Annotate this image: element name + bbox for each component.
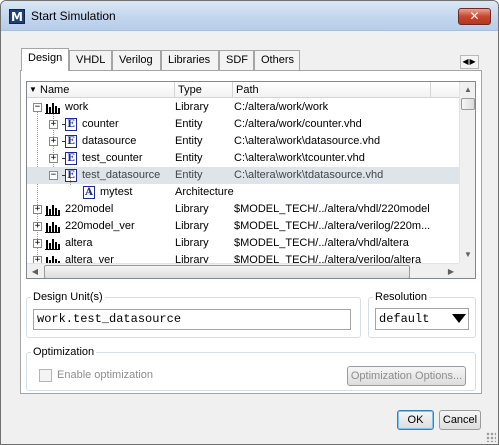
row-path: C:\altera\work\tdatasource.vhd	[234, 169, 384, 181]
row-type: Entity	[175, 152, 203, 164]
tree-row[interactable]: + altera Library $MODEL_TECH/../altera/v…	[27, 235, 459, 252]
tab-design[interactable]: Design	[21, 48, 69, 71]
ok-button[interactable]: OK	[397, 410, 434, 430]
expand-icon[interactable]: +	[33, 205, 42, 214]
row-name: 220model	[65, 203, 114, 215]
scroll-up-icon[interactable]: ▲	[460, 82, 475, 98]
entity-icon: E	[62, 169, 77, 182]
expand-icon[interactable]: +	[33, 222, 42, 231]
row-name: counter	[82, 118, 119, 130]
design-tree[interactable]: ▼ Name Type Path − work Library C:/alter…	[26, 81, 476, 279]
window-title: Start Simulation	[31, 9, 116, 23]
column-header-name[interactable]: Name	[35, 82, 175, 98]
row-name: test_counter	[82, 152, 143, 164]
library-icon	[45, 102, 60, 114]
tab-verilog[interactable]: Verilog	[112, 50, 161, 70]
tree-row[interactable]: − work Library C:/altera/work/work	[27, 99, 459, 116]
library-icon	[45, 238, 60, 250]
collapse-icon[interactable]: −	[49, 171, 58, 180]
entity-icon: E	[62, 135, 77, 148]
library-icon	[45, 204, 60, 216]
row-type: Library	[175, 237, 209, 249]
row-type: Entity	[175, 118, 203, 130]
tab-others[interactable]: Others	[254, 50, 300, 70]
expand-icon[interactable]: +	[49, 120, 58, 129]
tree-row[interactable]: + 220model_ver Library $MODEL_TECH/../al…	[27, 218, 459, 235]
tree-row[interactable]: + E test_counter Entity C:\altera\work\t…	[27, 150, 459, 167]
expand-icon[interactable]: +	[49, 137, 58, 146]
resolution-select[interactable]: default	[375, 308, 469, 330]
design-units-label: Design Unit(s)	[33, 291, 103, 303]
row-path: C:\altera\work\tcounter.vhd	[234, 152, 365, 164]
entity-icon: E	[62, 152, 77, 165]
collapse-icon[interactable]: −	[33, 103, 42, 112]
scroll-right-icon[interactable]: ▶	[443, 264, 459, 278]
row-type: Library	[175, 220, 209, 232]
expand-icon[interactable]: +	[49, 154, 58, 163]
scroll-left-icon[interactable]: ◀	[27, 264, 43, 278]
tree-row[interactable]: + 220model Library $MODEL_TECH/../altera…	[27, 201, 459, 218]
tree-header: ▼ Name Type Path	[27, 82, 459, 98]
optimization-label: Optimization	[33, 346, 95, 358]
tree-vertical-scrollbar[interactable]: ▲ ▼	[459, 82, 475, 263]
horizontal-scroll-thumb[interactable]	[44, 265, 410, 278]
vertical-scroll-thumb[interactable]	[461, 98, 475, 110]
column-header-path[interactable]: Path	[233, 82, 431, 98]
expand-icon[interactable]: +	[33, 239, 42, 248]
cancel-button[interactable]: Cancel	[439, 410, 481, 430]
entity-icon: E	[62, 118, 77, 131]
architecture-icon: A	[83, 186, 95, 199]
row-path: $MODEL_TECH/../altera/vhdl/altera	[234, 237, 409, 249]
column-header-type[interactable]: Type	[175, 82, 233, 98]
tree-row-selected[interactable]: − E test_datasource Entity C:\altera\wor…	[27, 167, 459, 184]
enable-optimization-checkbox[interactable]	[39, 369, 52, 382]
row-path: C:/altera/work/counter.vhd	[234, 118, 362, 130]
row-name: mytest	[100, 186, 133, 198]
row-type: Entity	[175, 135, 203, 147]
resolution-label: Resolution	[375, 291, 427, 303]
row-type: Entity	[175, 169, 203, 181]
row-type: Library	[175, 203, 209, 215]
tab-sdf[interactable]: SDF	[219, 50, 254, 70]
tree-horizontal-scrollbar[interactable]: ◀ ▶	[27, 263, 459, 278]
tree-row[interactable]: + E counter Entity C:/altera/work/counte…	[27, 116, 459, 133]
row-path: C:\altera\work\datasource.vhd	[234, 135, 381, 147]
title-bar[interactable]: M Start Simulation ✕	[1, 1, 498, 31]
modelsim-app-icon: M	[9, 9, 25, 24]
tree-row[interactable]: + E datasource Entity C:\altera\work\dat…	[27, 133, 459, 150]
resolution-value: default	[379, 312, 430, 326]
row-path: $MODEL_TECH/../altera/verilog/220m...	[234, 220, 431, 232]
row-name: test_datasource	[82, 169, 161, 181]
resize-grip-icon[interactable]	[486, 432, 496, 442]
row-path: $MODEL_TECH/../altera/vhdl/220model	[234, 203, 430, 215]
row-type: Library	[175, 101, 209, 113]
scroll-corner	[459, 263, 475, 278]
row-name: work	[65, 101, 89, 113]
row-type: Architecture	[175, 186, 234, 198]
optimization-options-button[interactable]: Optimization Options...	[347, 366, 466, 386]
start-simulation-dialog: M Start Simulation ✕ Design VHDL Verilog…	[0, 0, 499, 445]
design-units-input[interactable]: work.test_datasource	[33, 309, 351, 330]
dropdown-arrow-icon[interactable]	[452, 314, 466, 323]
close-button[interactable]: ✕	[458, 8, 491, 25]
library-icon	[45, 221, 60, 233]
row-name: datasource	[82, 135, 137, 147]
row-name: altera	[65, 237, 93, 249]
tab-libraries[interactable]: Libraries	[161, 50, 219, 70]
row-name: 220model_ver	[65, 220, 135, 232]
enable-optimization-label: Enable optimization	[57, 369, 154, 381]
scroll-down-icon[interactable]: ▼	[460, 247, 475, 263]
tab-scroll-arrows-icon[interactable]: ◀▶	[460, 55, 479, 69]
row-path: C:/altera/work/work	[234, 101, 329, 113]
tree-row[interactable]: A mytest Architecture	[27, 184, 459, 201]
tab-vhdl[interactable]: VHDL	[69, 50, 112, 70]
